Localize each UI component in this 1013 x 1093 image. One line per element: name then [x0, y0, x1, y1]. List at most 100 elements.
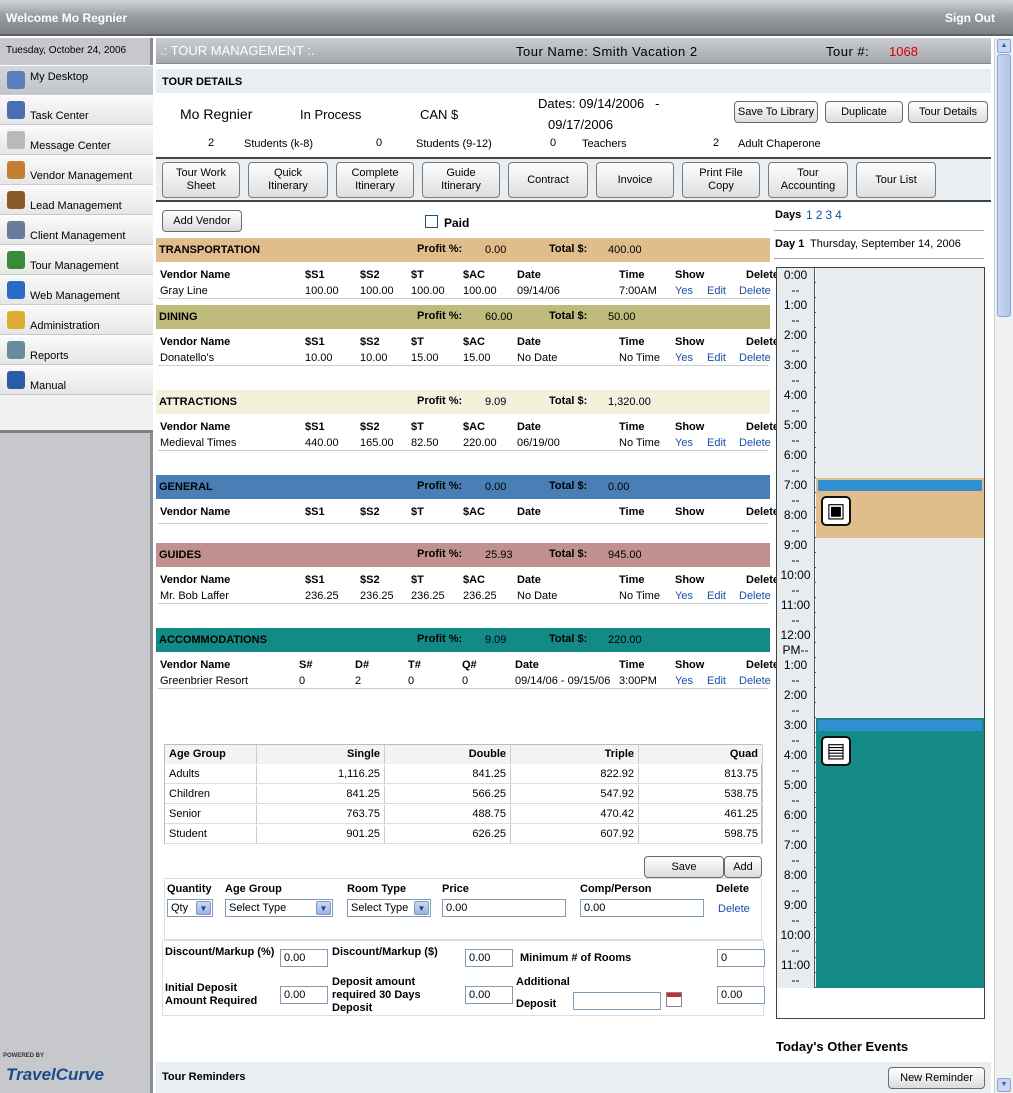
additional-deposit-input[interactable]	[717, 986, 765, 1004]
time-slot[interactable]: --	[777, 673, 984, 688]
time-cell[interactable]	[816, 403, 984, 418]
time-cell[interactable]	[816, 418, 984, 433]
deposit-30-input[interactable]	[465, 986, 513, 1004]
edit-vendor-link[interactable]: Edit	[707, 352, 726, 364]
time-slot[interactable]: 5:00	[777, 418, 984, 433]
discount-pct-input[interactable]	[280, 949, 328, 967]
time-slot[interactable]: 4:00	[777, 388, 984, 403]
tab-tour-list[interactable]: Tour List	[856, 162, 936, 198]
time-slot[interactable]: 1:00	[777, 658, 984, 673]
save-to-library-button[interactable]: Save To Library	[734, 101, 818, 123]
time-cell[interactable]	[816, 598, 984, 613]
time-slot[interactable]: PM--	[777, 643, 984, 658]
time-slot[interactable]: --	[777, 463, 984, 478]
sidebar-item-web-management[interactable]: Web Management	[0, 275, 153, 305]
paid-checkbox[interactable]	[425, 215, 438, 228]
sidebar-item-client-management[interactable]: Client Management	[0, 215, 153, 245]
sign-out-link[interactable]: Sign Out	[945, 11, 995, 25]
time-cell[interactable]	[816, 388, 984, 403]
time-slot[interactable]: 2:00	[777, 688, 984, 703]
delete-vendor-link[interactable]: Delete	[739, 437, 771, 449]
time-slot[interactable]: --	[777, 373, 984, 388]
room-type-select[interactable]: Select Type ▼	[347, 899, 431, 917]
day-link[interactable]: 2	[816, 208, 823, 222]
time-cell[interactable]	[816, 268, 984, 283]
day-link[interactable]: 1	[806, 208, 813, 222]
comp-person-input[interactable]	[580, 899, 704, 917]
time-slot[interactable]: --	[777, 313, 984, 328]
time-slot[interactable]: --	[777, 283, 984, 298]
time-cell[interactable]	[816, 358, 984, 373]
time-slot[interactable]: 0:00	[777, 268, 984, 283]
sidebar-item-task-center[interactable]: Task Center	[0, 95, 153, 125]
edit-vendor-link[interactable]: Edit	[707, 590, 726, 602]
day-link[interactable]: 3	[825, 208, 832, 222]
calendar-event-accommodations[interactable]: ▤	[816, 718, 984, 988]
edit-vendor-link[interactable]: Edit	[707, 437, 726, 449]
time-cell[interactable]	[816, 538, 984, 553]
time-cell[interactable]	[816, 673, 984, 688]
time-cell[interactable]	[816, 643, 984, 658]
day-link[interactable]: 4	[835, 208, 842, 222]
time-cell[interactable]	[816, 658, 984, 673]
time-slot[interactable]: 6:00	[777, 448, 984, 463]
min-rooms-input[interactable]	[717, 949, 765, 967]
sidebar-item-manual[interactable]: Manual	[0, 365, 153, 395]
delete-vendor-link[interactable]: Delete	[739, 675, 771, 687]
time-slot[interactable]: --	[777, 433, 984, 448]
delete-room-link[interactable]: Delete	[718, 903, 750, 915]
add-vendor-button[interactable]: Add Vendor	[162, 210, 242, 232]
show-toggle-link[interactable]: Yes	[675, 675, 693, 687]
time-cell[interactable]	[816, 298, 984, 313]
scroll-down-icon[interactable]: ▼	[997, 1078, 1011, 1092]
new-reminder-button[interactable]: New Reminder	[888, 1067, 985, 1089]
time-slot[interactable]: 2:00	[777, 328, 984, 343]
initial-deposit-input[interactable]	[280, 986, 328, 1004]
sidebar-item-message-center[interactable]: Message Center	[0, 125, 153, 155]
time-slot[interactable]: 1:00	[777, 298, 984, 313]
time-cell[interactable]	[816, 343, 984, 358]
tab-print-file-copy[interactable]: Print File Copy	[682, 162, 760, 198]
vertical-scrollbar[interactable]: ▲ ▼	[994, 38, 1013, 1093]
delete-vendor-link[interactable]: Delete	[739, 285, 771, 297]
time-cell[interactable]	[816, 373, 984, 388]
sidebar-item-tour-management[interactable]: Tour Management	[0, 245, 153, 275]
time-cell[interactable]	[816, 433, 984, 448]
time-cell[interactable]	[816, 688, 984, 703]
tab-complete-itinerary[interactable]: Complete Itinerary	[336, 162, 414, 198]
time-cell[interactable]	[816, 568, 984, 583]
show-toggle-link[interactable]: Yes	[675, 352, 693, 364]
duplicate-button[interactable]: Duplicate	[825, 101, 903, 123]
sidebar-item-reports[interactable]: Reports	[0, 335, 153, 365]
discount-amt-input[interactable]	[465, 949, 513, 967]
time-slot[interactable]: 10:00	[777, 568, 984, 583]
time-cell[interactable]	[816, 463, 984, 478]
age-group-select[interactable]: Select Type ▼	[225, 899, 333, 917]
time-cell[interactable]	[816, 313, 984, 328]
time-cell[interactable]	[816, 583, 984, 598]
show-toggle-link[interactable]: Yes	[675, 285, 693, 297]
sidebar-item-vendor-management[interactable]: Vendor Management	[0, 155, 153, 185]
sidebar-item-lead-management[interactable]: Lead Management	[0, 185, 153, 215]
sidebar-item-administration[interactable]: Administration	[0, 305, 153, 335]
tab-tour-accounting[interactable]: Tour Accounting	[768, 162, 848, 198]
time-slot[interactable]: 3:00	[777, 358, 984, 373]
time-slot[interactable]: --	[777, 403, 984, 418]
delete-vendor-link[interactable]: Delete	[739, 352, 771, 364]
tab-contract[interactable]: Contract	[508, 162, 588, 198]
scroll-thumb[interactable]	[997, 54, 1011, 317]
add-room-button[interactable]: Add	[724, 856, 762, 878]
save-rooms-button[interactable]: Save	[644, 856, 724, 878]
time-cell[interactable]	[816, 283, 984, 298]
show-toggle-link[interactable]: Yes	[675, 590, 693, 602]
tab-invoice[interactable]: Invoice	[596, 162, 674, 198]
time-cell[interactable]	[816, 703, 984, 718]
show-toggle-link[interactable]: Yes	[675, 437, 693, 449]
time-slot[interactable]: 9:00	[777, 538, 984, 553]
time-slot[interactable]: 12:00	[777, 628, 984, 643]
quantity-select[interactable]: Qty ▼	[167, 899, 213, 917]
time-cell[interactable]	[816, 448, 984, 463]
tab-quick-itinerary[interactable]: Quick Itinerary	[248, 162, 328, 198]
time-cell[interactable]	[816, 553, 984, 568]
tab-guide-itinerary[interactable]: Guide Itinerary	[422, 162, 500, 198]
